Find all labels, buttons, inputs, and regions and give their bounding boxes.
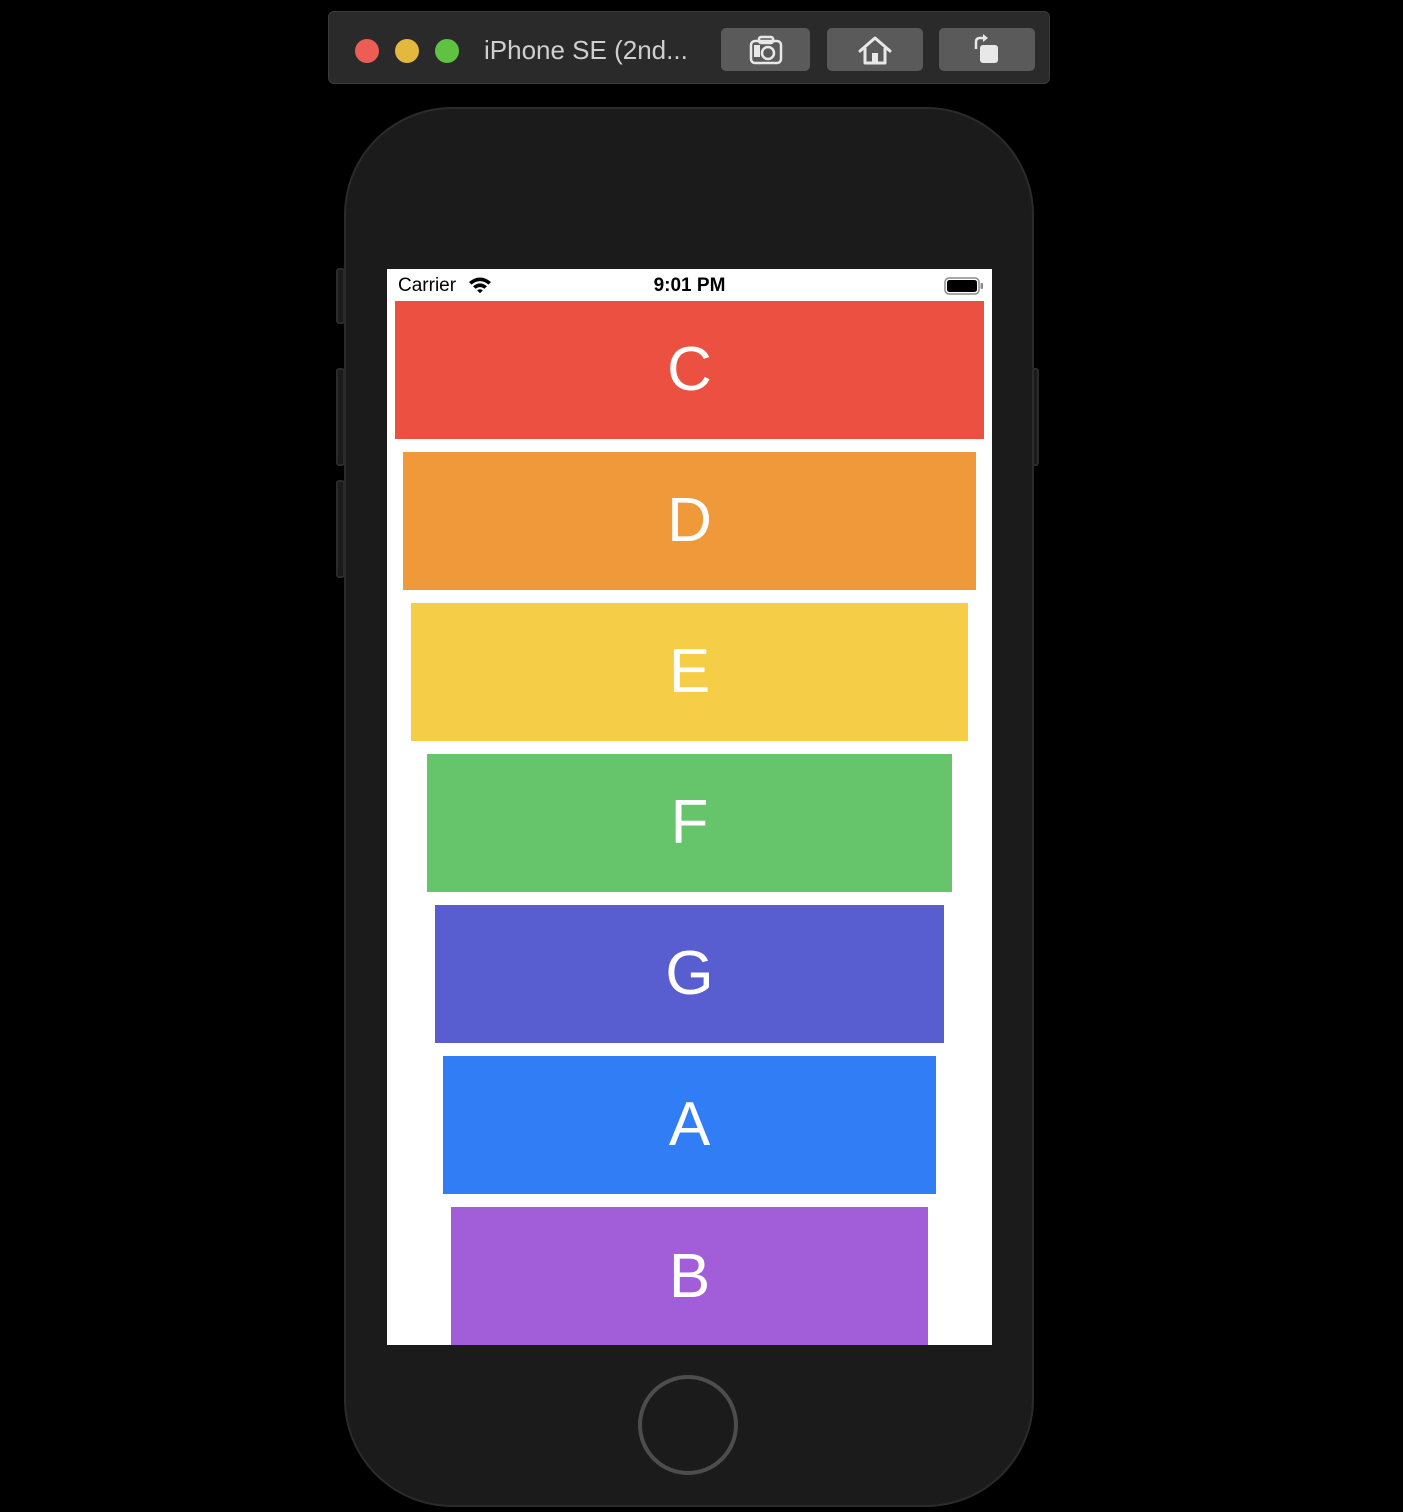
device-screen: Carrier 9:01 PM C D E F G A B [387, 269, 992, 1345]
list-row[interactable]: B [451, 1207, 928, 1345]
list-row[interactable]: E [411, 603, 968, 741]
status-bar: Carrier 9:01 PM [387, 269, 992, 301]
row-label: E [668, 637, 711, 706]
list-row[interactable]: F [427, 754, 952, 892]
minimize-window-button[interactable] [395, 39, 419, 63]
list-row[interactable]: A [443, 1056, 936, 1194]
list-row[interactable]: D [403, 452, 976, 590]
status-time: 9:01 PM [653, 275, 726, 296]
simulator-window: iPhone SE (2nd... Carrier 9:01 PM C D E … [0, 0, 1403, 1512]
row-label: G [665, 939, 714, 1008]
home-button[interactable] [638, 1375, 738, 1475]
home-icon [858, 36, 892, 64]
zoom-window-button[interactable] [435, 39, 459, 63]
screenshot-button[interactable] [721, 28, 810, 71]
list-row[interactable]: C [395, 301, 984, 439]
row-label: A [668, 1090, 711, 1159]
battery-icon [944, 277, 983, 295]
home-toolbar-button[interactable] [827, 28, 923, 71]
close-window-button[interactable] [355, 39, 379, 63]
row-label: F [670, 788, 709, 857]
simulator-toolbar: iPhone SE (2nd... [328, 11, 1050, 84]
rotate-icon [974, 33, 998, 63]
row-label: D [667, 486, 712, 555]
screenshot-icon [749, 35, 782, 64]
rotate-button[interactable] [939, 28, 1035, 71]
list-row[interactable]: G [435, 905, 944, 1043]
device-title: iPhone SE (2nd... [484, 35, 688, 65]
row-label: C [667, 335, 712, 404]
row-label: B [668, 1242, 711, 1311]
